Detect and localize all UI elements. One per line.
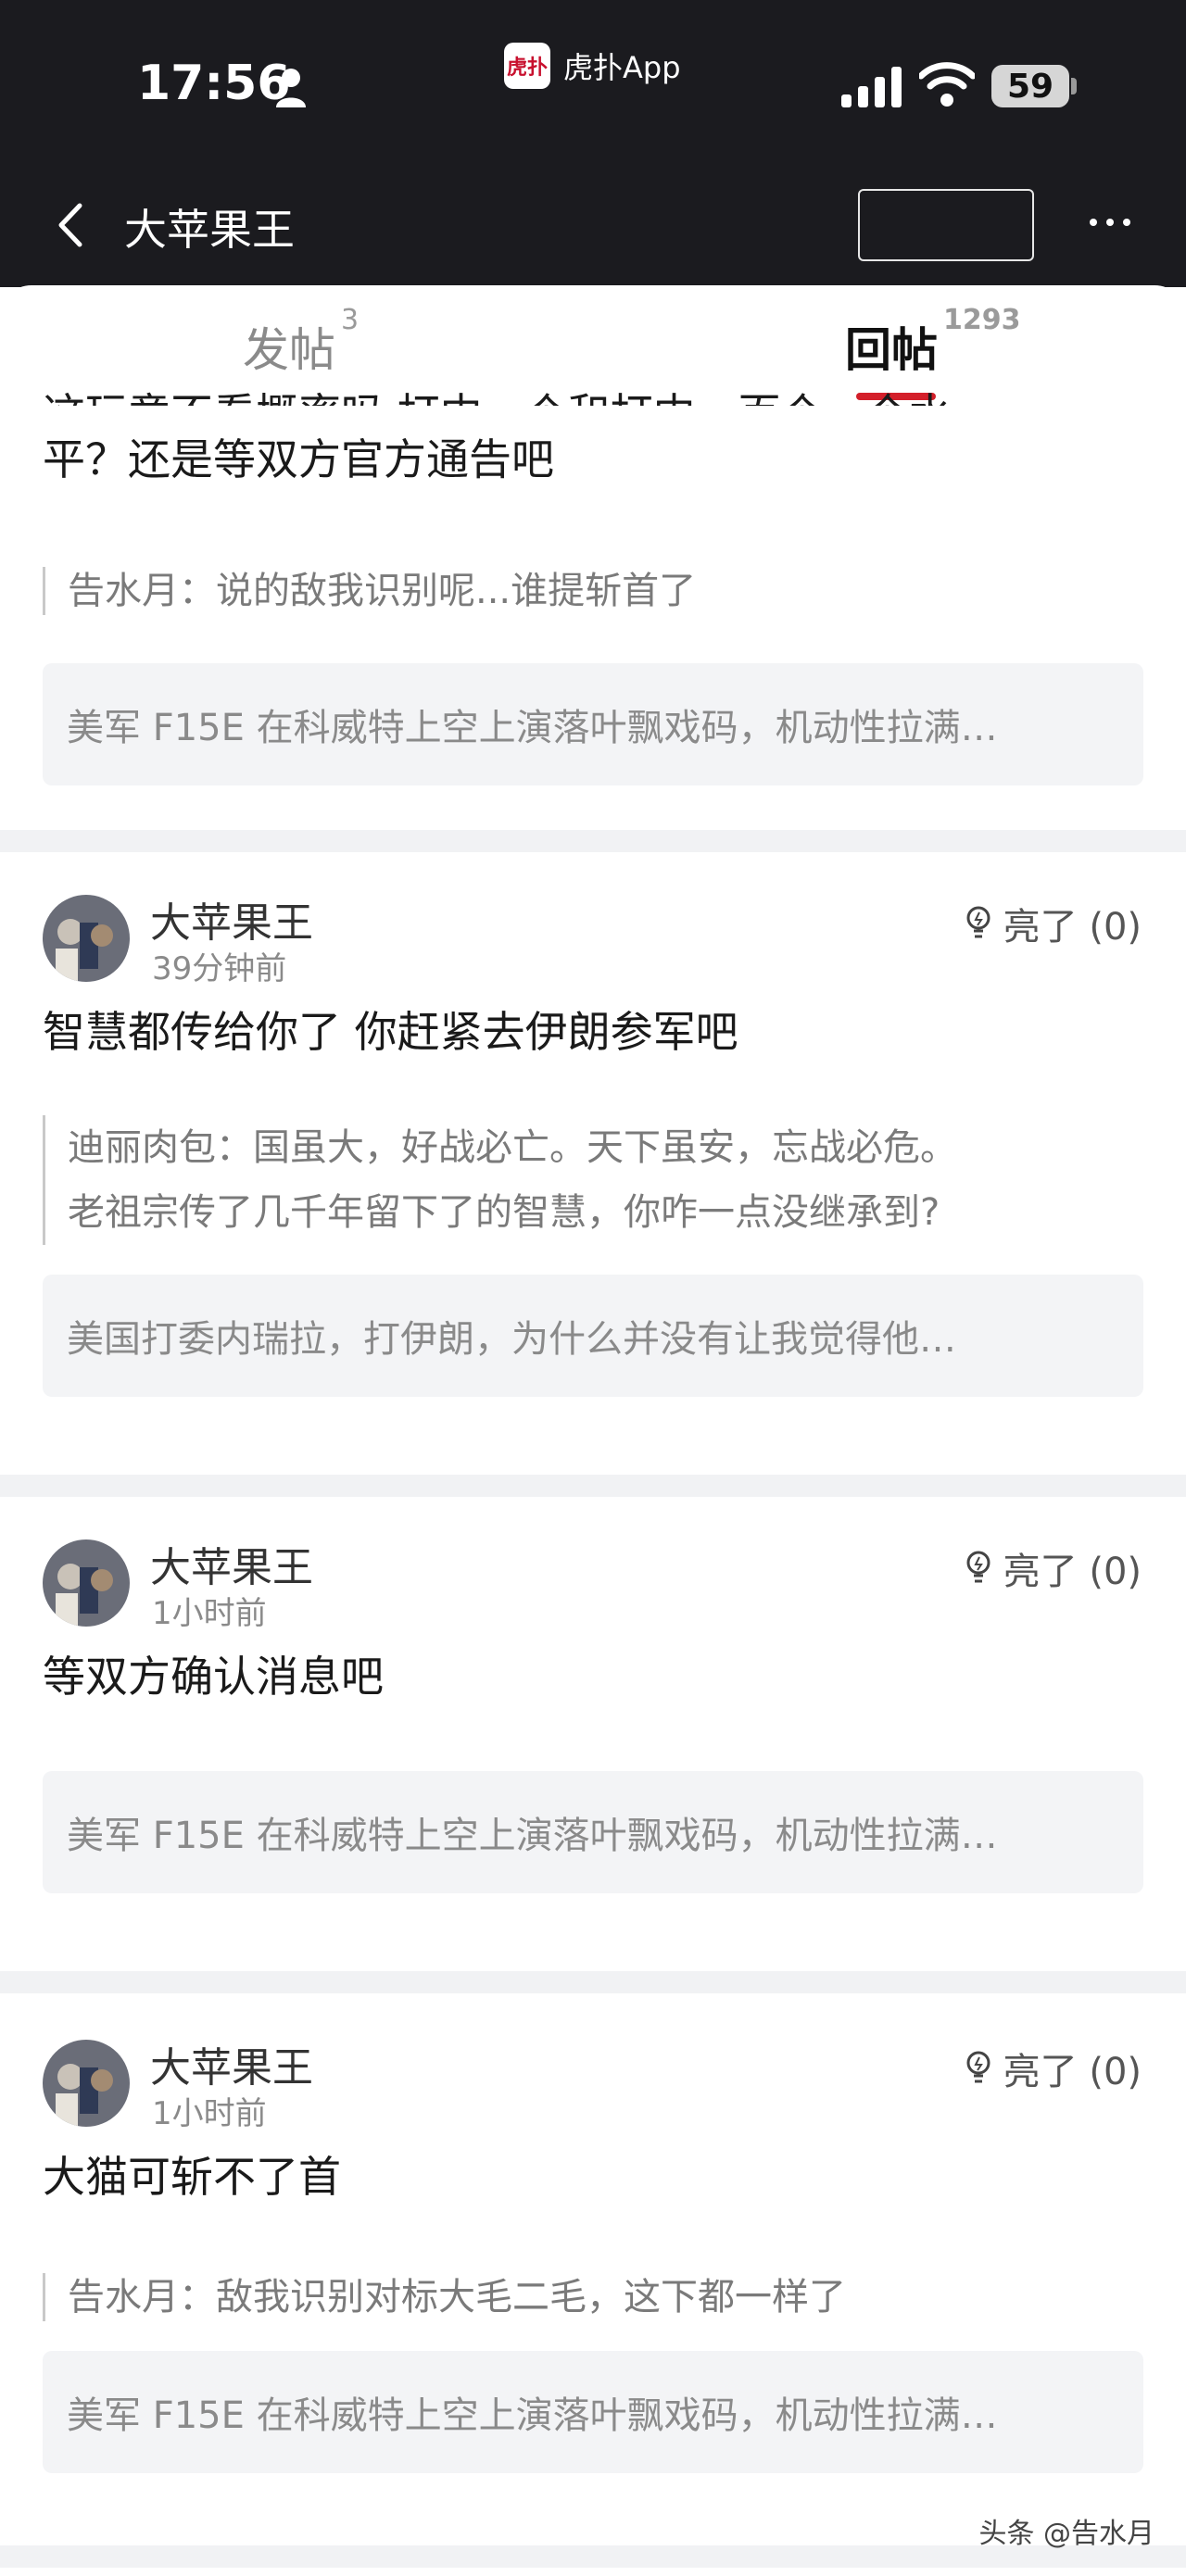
divider [0, 1971, 1186, 1993]
post-time: 1小时前 [152, 1595, 267, 1632]
back-arrow-icon[interactable] [57, 202, 83, 248]
like-label: 亮了 (0) [1003, 2051, 1142, 2093]
wifi-icon [919, 62, 975, 107]
person-icon [276, 69, 306, 107]
post-time: 1小时前 [152, 2095, 267, 2132]
battery-nub [1071, 78, 1077, 94]
tab-bar: 发帖3 回帖1293 [0, 285, 1186, 400]
lightbulb-icon [966, 2051, 990, 2083]
top-bar: 17:56 虎扑 虎扑App 59 大苹果王 [0, 0, 1186, 287]
thread-reference[interactable]: 美军 F15E 在科威特上空上演落叶飘戏码，机动性拉满… [43, 1771, 1143, 1893]
thread-reference[interactable]: 美军 F15E 在科威特上空上演落叶飘戏码，机动性拉满… [43, 663, 1143, 785]
post-time: 39分钟前 [152, 950, 287, 987]
app-name: 虎扑App [563, 50, 681, 85]
quoted-reply: 迪丽肉包：国虽大，好战必亡。天下虽安，忘战必危。 老祖宗传了几千年留下了的智慧，… [43, 1115, 1142, 1245]
watermark: 头条 @告水月 [978, 2518, 1154, 2550]
like-button[interactable]: 亮了 (0) [965, 897, 1142, 950]
avatar[interactable] [43, 895, 130, 982]
tab-posts-count: 3 [341, 304, 360, 337]
quoted-reply: 告水月：敌我识别对标大毛二毛，这下都一样了 [43, 2273, 846, 2321]
quote-line: 迪丽肉包：国虽大，好战必亡。天下虽安，忘战必危。 [68, 1126, 957, 1169]
reply-text: 等双方确认消息吧 [43, 1652, 384, 1702]
reply-text: 平？还是等双方官方通告吧 [43, 434, 554, 484]
like-button[interactable]: 亮了 (0) [965, 1541, 1142, 1595]
thread-reference[interactable]: 美军 F15E 在科威特上空上演落叶飘戏码，机动性拉满… [43, 2351, 1143, 2473]
follow-button[interactable] [858, 189, 1034, 261]
username[interactable]: 大苹果王 [150, 2034, 313, 2093]
more-icon[interactable] [1090, 219, 1130, 226]
lightbulb-icon [966, 906, 990, 938]
tab-replies[interactable]: 回帖1293 [845, 304, 1021, 380]
battery-level: 59 [991, 65, 1069, 107]
like-label: 亮了 (0) [1003, 1551, 1142, 1593]
avatar[interactable] [43, 2040, 130, 2127]
lightbulb-icon [966, 1551, 990, 1583]
tab-replies-count: 1293 [943, 304, 1021, 337]
nav-title: 大苹果王 [124, 205, 295, 255]
signal-icon [841, 67, 902, 107]
username[interactable]: 大苹果王 [150, 889, 313, 949]
divider [0, 1475, 1186, 1497]
reply-text-clipped: 这玩意不看概率吗 打中一个和打中一百个一个水 [43, 380, 952, 406]
divider [0, 830, 1186, 852]
tab-replies-label: 回帖 [845, 323, 938, 377]
username[interactable]: 大苹果王 [150, 1534, 313, 1593]
tab-posts[interactable]: 发帖3 [243, 304, 359, 380]
quote-line: 老祖宗传了几千年留下了的智慧，你咋一点没继承到? [68, 1191, 940, 1234]
reply-text: 大猫可斩不了首 [43, 2152, 341, 2202]
like-button[interactable]: 亮了 (0) [965, 2042, 1142, 2095]
status-time: 17:56 [137, 56, 291, 111]
tab-posts-label: 发帖 [243, 323, 335, 377]
app-indicator[interactable]: 虎扑 虎扑App [504, 43, 681, 89]
like-label: 亮了 (0) [1003, 906, 1142, 949]
thread-reference[interactable]: 美国打委内瑞拉，打伊朗，为什么并没有让我觉得他… [43, 1275, 1143, 1397]
avatar[interactable] [43, 1539, 130, 1627]
reply-text: 智慧都传给你了 你赶紧去伊朗参军吧 [43, 1007, 738, 1057]
hupu-logo-icon: 虎扑 [504, 43, 550, 89]
quoted-reply: 告水月：说的敌我识别呢...谁提斩首了 [43, 567, 696, 615]
